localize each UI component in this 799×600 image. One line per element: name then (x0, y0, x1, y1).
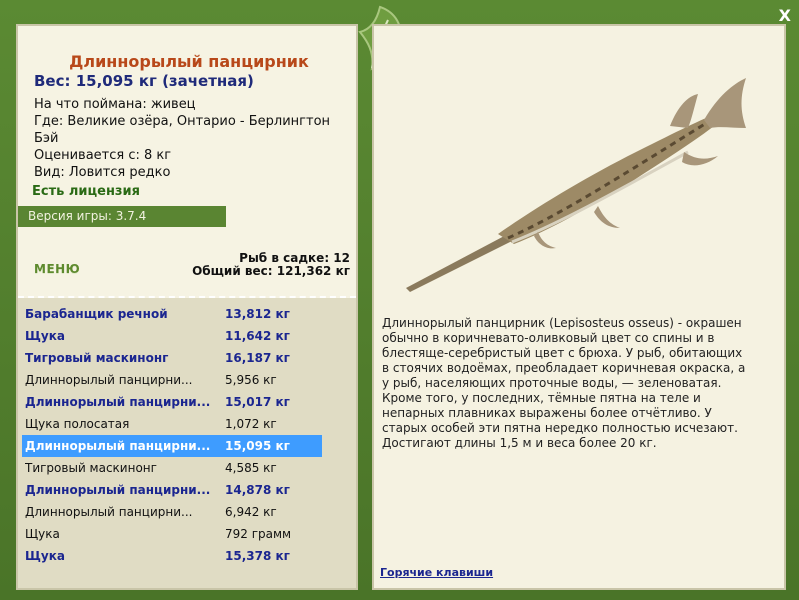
catch-weight: 11,642 кг (225, 329, 290, 343)
catch-weight: 4,585 кг (225, 461, 277, 475)
catch-weight: 15,378 кг (225, 549, 290, 563)
catch-name: Длиннорылый панцирни... (25, 483, 211, 497)
catch-weight: 13,812 кг (225, 307, 290, 321)
catch-list-row[interactable]: Щука 11,642 кг (22, 325, 322, 347)
value-line: Оценивается с: 8 кг (34, 148, 172, 163)
catch-weight: 6,942 кг (225, 505, 277, 519)
catch-name: Щука (25, 549, 65, 563)
catch-list-row[interactable]: Длиннорылый панцирни... 5,956 кг (22, 369, 322, 391)
close-button[interactable]: X (779, 6, 791, 25)
catch-name: Длиннорылый панцирни... (25, 395, 211, 409)
location-line: Где: Великие озёра, Онтарио - Берлингтон… (34, 114, 331, 146)
catch-name: Щука (25, 527, 60, 541)
license-status: Есть лицензия (32, 184, 140, 199)
catch-weight: 14,878 кг (225, 483, 290, 497)
fish-illustration (406, 78, 746, 292)
fish-description: Длиннорылый панцирник (Lepisosteus osseu… (382, 316, 746, 450)
catch-weight: 15,017 кг (225, 395, 290, 409)
catch-weight: 1,072 кг (225, 417, 277, 431)
fish-details: На что поймана: живец Где: Великие озёра… (34, 96, 352, 181)
catch-name: Щука (25, 329, 65, 343)
catch-weight: 15,095 кг (225, 439, 290, 453)
catch-list-row[interactable]: Щука 792 грамм (22, 523, 322, 545)
catch-list-row[interactable]: Длиннорылый панцирни... 15,095 кг (22, 435, 322, 457)
catch-list-row[interactable]: Барабанщик речной 13,812 кг (22, 303, 322, 325)
catch-list-row[interactable]: Длиннорылый панцирни... 15,017 кг (22, 391, 322, 413)
catch-list-row[interactable]: Тигровый маскинонг 4,585 кг (22, 457, 322, 479)
catch-list-row[interactable]: Щука полосатая 1,072 кг (22, 413, 322, 435)
fish-name-title: Длиннорылый панцирник (69, 52, 309, 71)
keepnet-total-weight: Общий вес: 121,362 кг (192, 264, 350, 278)
catch-weight: 16,187 кг (225, 351, 290, 365)
game-window: X Длиннорылый панцирник Вес: 15,095 кг (… (0, 0, 799, 600)
catch-weight: 792 грамм (225, 527, 292, 541)
catch-list: Барабанщик речной 13,812 кг Щука 11,642 кг… (18, 298, 356, 588)
menu-button[interactable]: МЕНЮ (34, 262, 80, 276)
fish-weight: Вес: 15,095 кг (зачетная) (34, 72, 254, 90)
fish-description-panel: Длиннорылый панцирник (Lepisosteus osseu… (372, 24, 786, 590)
catch-name: Тигровый маскинонг (25, 461, 157, 475)
rarity-line: Вид: Ловится редко (34, 165, 171, 180)
catch-weight: 5,956 кг (225, 373, 277, 387)
catch-name: Тигровый маскинонг (25, 351, 169, 365)
fish-info-panel: Длиннорылый панцирник Вес: 15,095 кг (за… (16, 24, 358, 590)
catch-name: Щука полосатая (25, 417, 130, 431)
catch-name: Длиннорылый панцирни... (25, 439, 211, 453)
keepnet-stats: Рыб в садке: 12 Общий вес: 121,362 кг (192, 252, 350, 278)
catch-list-row[interactable]: Щука 15,378 кг (22, 545, 322, 567)
game-version-bar: Версия игры: 3.7.4 (18, 206, 226, 227)
catch-name: Длиннорылый панцирни... (25, 505, 193, 519)
catch-name: Барабанщик речной (25, 307, 168, 321)
catch-name: Длиннорылый панцирни... (25, 373, 193, 387)
catch-list-row[interactable]: Длиннорылый панцирни... 6,942 кг (22, 501, 322, 523)
bait-line: На что поймана: живец (34, 97, 196, 112)
catch-list-row[interactable]: Тигровый маскинонг 16,187 кг (22, 347, 322, 369)
catch-list-row[interactable]: Длиннорылый панцирни... 14,878 кг (22, 479, 322, 501)
hotkeys-link[interactable]: Горячие клавиши (380, 566, 493, 579)
